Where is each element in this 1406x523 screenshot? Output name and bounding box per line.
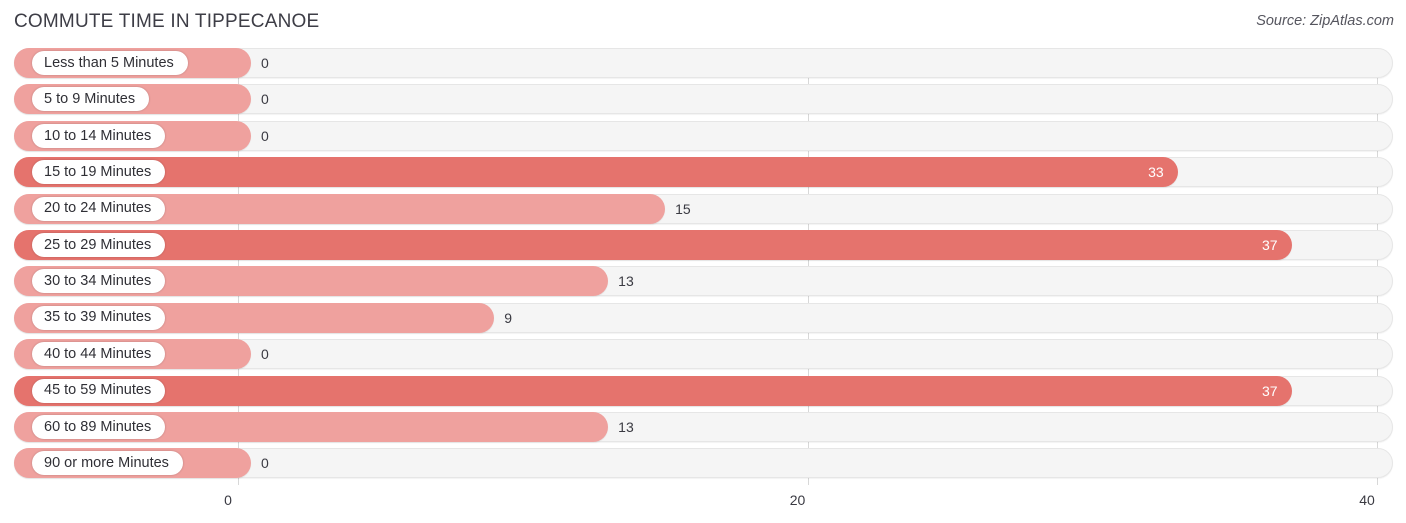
category-label: 45 to 59 Minutes <box>44 382 152 399</box>
category-label: 25 to 29 Minutes <box>44 236 152 253</box>
category-label: 90 or more Minutes <box>44 455 169 472</box>
bar-value-label: 0 <box>261 55 269 71</box>
category-label: 35 to 39 Minutes <box>44 309 152 326</box>
category-label-pill: 90 or more Minutes <box>32 451 183 476</box>
category-label-pill: 5 to 9 Minutes <box>32 87 150 112</box>
category-label: 60 to 89 Minutes <box>44 418 152 435</box>
plot-area: Less than 5 Minutes 0 5 to 9 Minutes 0 10 to… <box>0 48 1406 485</box>
category-label: 10 to 14 Minutes <box>44 127 152 144</box>
category-label-pill: 20 to 24 Minutes <box>32 196 166 221</box>
category-label: Less than 5 Minutes <box>44 54 174 71</box>
bar-row: 35 to 39 Minutes 9 <box>0 302 1406 333</box>
bar-value-label: 0 <box>261 127 269 144</box>
category-label-pill: 10 to 14 Minutes <box>32 123 166 148</box>
bar-value-label: 37 <box>1261 382 1278 399</box>
page-title: COMMUTE TIME IN TIPPECANOE <box>14 11 320 32</box>
category-label-pill: 30 to 34 Minutes <box>32 269 166 294</box>
bar-value-label: 13 <box>618 418 634 435</box>
bar-fill[interactable] <box>14 157 1178 188</box>
category-label: 15 to 19 Minutes <box>44 163 152 180</box>
category-label-pill: 60 to 89 Minutes <box>32 414 166 439</box>
bar-value-label: 0 <box>261 91 269 108</box>
bar-row: 10 to 14 Minutes 0 <box>0 120 1406 151</box>
x-tick-label: 20 <box>789 492 806 508</box>
bar-row: 30 to 34 Minutes 13 <box>0 266 1406 297</box>
bar-value-label: 15 <box>675 200 691 217</box>
bar-row: 5 to 9 Minutes 0 <box>0 84 1406 115</box>
chart-header: COMMUTE TIME IN TIPPECANOE Source: ZipAt… <box>0 0 1406 45</box>
bar-row: 15 to 19 Minutes 33 <box>0 157 1406 188</box>
source-attribution: Source: ZipAtlas.com <box>1256 13 1394 29</box>
category-label-pill: Less than 5 Minutes <box>32 51 188 75</box>
category-label-pill: 25 to 29 Minutes <box>32 232 166 257</box>
bar-value-label: 9 <box>504 309 513 326</box>
category-label-pill: 35 to 39 Minutes <box>32 305 166 330</box>
x-axis: 0 20 40 <box>0 485 1406 523</box>
x-tick-label: 0 <box>224 492 232 508</box>
bar-row: 60 to 89 Minutes 13 <box>0 411 1406 442</box>
bar-row: 25 to 29 Minutes 37 <box>0 229 1406 260</box>
x-tick-label: 40 <box>1359 492 1375 508</box>
bar-value-label: 0 <box>261 346 269 363</box>
category-label-pill: 15 to 19 Minutes <box>32 160 166 185</box>
bar-value-label: 13 <box>618 273 634 290</box>
bar-value-label: 33 <box>1148 164 1164 181</box>
category-label: 20 to 24 Minutes <box>44 200 152 217</box>
bar-row: 20 to 24 Minutes 15 <box>0 193 1406 224</box>
category-label: 40 to 44 Minutes <box>44 345 152 362</box>
category-label: 30 to 34 Minutes <box>44 273 152 290</box>
bar-row: Less than 5 Minutes 0 <box>0 48 1406 78</box>
bar-fill[interactable] <box>14 229 1292 260</box>
bar-value-label: 0 <box>261 455 269 472</box>
bar-fill[interactable] <box>14 375 1292 406</box>
bar-value-label: 37 <box>1261 236 1278 253</box>
category-label-pill: 40 to 44 Minutes <box>32 342 166 367</box>
bar-row: 90 or more Minutes 0 <box>0 448 1406 479</box>
category-label: 5 to 9 Minutes <box>44 91 136 108</box>
bar-rows: Less than 5 Minutes 0 5 to 9 Minutes 0 10 to… <box>0 48 1406 485</box>
bar-row: 45 to 59 Minutes 37 <box>0 375 1406 406</box>
bar-row: 40 to 44 Minutes 0 <box>0 339 1406 370</box>
category-label-pill: 45 to 59 Minutes <box>32 378 166 403</box>
